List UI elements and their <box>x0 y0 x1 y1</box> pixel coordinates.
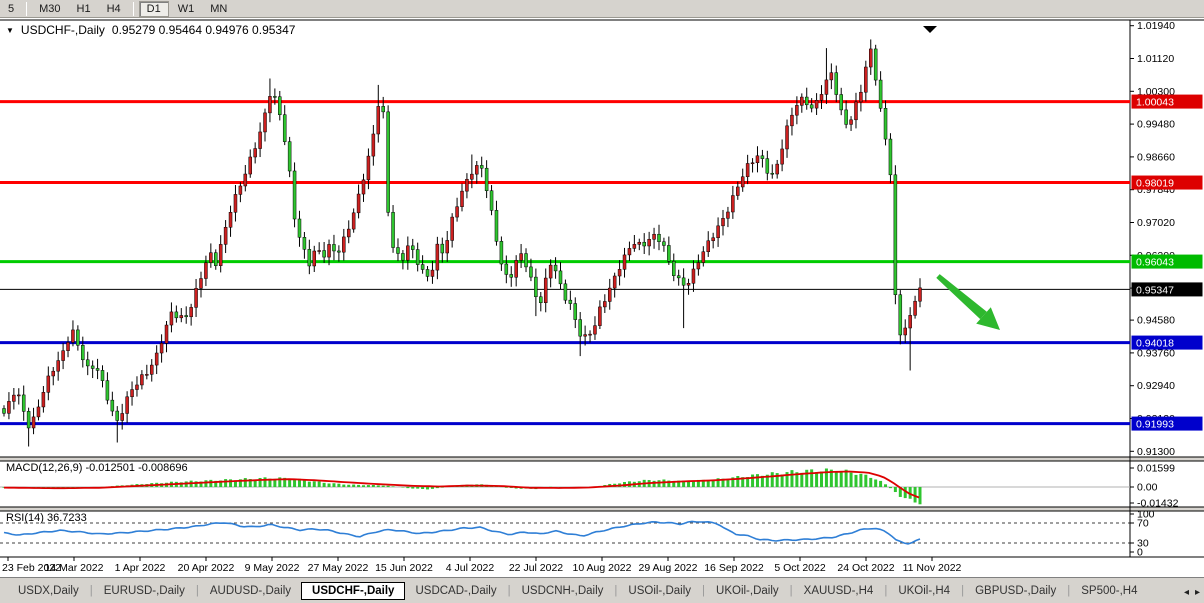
svg-text:0.96043: 0.96043 <box>1136 257 1174 269</box>
rsi-indicator-label: RSI(14) 36.7233 <box>6 512 87 524</box>
svg-text:0.94580: 0.94580 <box>1137 315 1175 327</box>
svg-text:11 Nov 2022: 11 Nov 2022 <box>903 562 962 574</box>
svg-text:0.94018: 0.94018 <box>1136 338 1174 350</box>
svg-text:0.98019: 0.98019 <box>1136 178 1174 190</box>
svg-text:27 May 2022: 27 May 2022 <box>308 562 369 574</box>
svg-text:22 Jul 2022: 22 Jul 2022 <box>509 562 563 574</box>
scroll-end-marker <box>923 26 937 33</box>
trading-app-window: 5M30H1H4D1W1MN 1.019401.011201.003000.99… <box>0 0 1204 603</box>
svg-text:0.95347: 0.95347 <box>1136 284 1174 296</box>
svg-text:0.00: 0.00 <box>1137 482 1158 494</box>
svg-text:20 Apr 2022: 20 Apr 2022 <box>178 562 235 574</box>
rsi-pane <box>0 521 1130 544</box>
svg-text:10 Aug 2022: 10 Aug 2022 <box>573 562 632 574</box>
svg-text:0.91300: 0.91300 <box>1137 446 1175 458</box>
horizontal-price-lines <box>0 102 1130 424</box>
svg-text:9 May 2022: 9 May 2022 <box>245 562 300 574</box>
svg-text:0.97020: 0.97020 <box>1137 217 1175 229</box>
svg-text:15 Jun 2022: 15 Jun 2022 <box>375 562 433 574</box>
svg-text:0.92940: 0.92940 <box>1137 380 1175 392</box>
svg-text:70: 70 <box>1137 518 1149 530</box>
chart-canvas[interactable]: 1.019401.011201.003000.994800.986600.978… <box>0 0 1204 603</box>
macd-indicator-label: MACD(12,26,9) -0.012501 -0.008696 <box>6 462 188 474</box>
chevron-down-icon[interactable]: ▼ <box>6 26 14 35</box>
svg-text:0.98660: 0.98660 <box>1137 151 1175 163</box>
down-arrow-annotation <box>936 274 1000 330</box>
svg-text:29 Aug 2022: 29 Aug 2022 <box>639 562 698 574</box>
svg-text:0.01599: 0.01599 <box>1137 463 1175 475</box>
svg-text:1.00043: 1.00043 <box>1136 97 1174 109</box>
svg-text:4 Jul 2022: 4 Jul 2022 <box>446 562 495 574</box>
date-axis: 23 Feb 202214 Mar 20221 Apr 202220 Apr 2… <box>2 557 962 574</box>
svg-text:1 Apr 2022: 1 Apr 2022 <box>115 562 166 574</box>
svg-text:0.91993: 0.91993 <box>1136 419 1174 431</box>
svg-text:14 Mar 2022: 14 Mar 2022 <box>45 562 104 574</box>
svg-text:5 Oct 2022: 5 Oct 2022 <box>774 562 826 574</box>
symbol-name: USDCHF-,Daily <box>21 23 105 37</box>
ohlc-values: 0.95279 0.95464 0.94976 0.95347 <box>112 23 296 37</box>
svg-text:0: 0 <box>1137 547 1143 559</box>
svg-text:24 Oct 2022: 24 Oct 2022 <box>837 562 894 574</box>
svg-text:0.99480: 0.99480 <box>1137 119 1175 131</box>
svg-text:16 Sep 2022: 16 Sep 2022 <box>704 562 764 574</box>
svg-text:1.01940: 1.01940 <box>1137 20 1175 32</box>
svg-text:1.01120: 1.01120 <box>1137 53 1174 65</box>
chart-title: ▼ USDCHF-,Daily 0.95279 0.95464 0.94976 … <box>6 23 295 37</box>
